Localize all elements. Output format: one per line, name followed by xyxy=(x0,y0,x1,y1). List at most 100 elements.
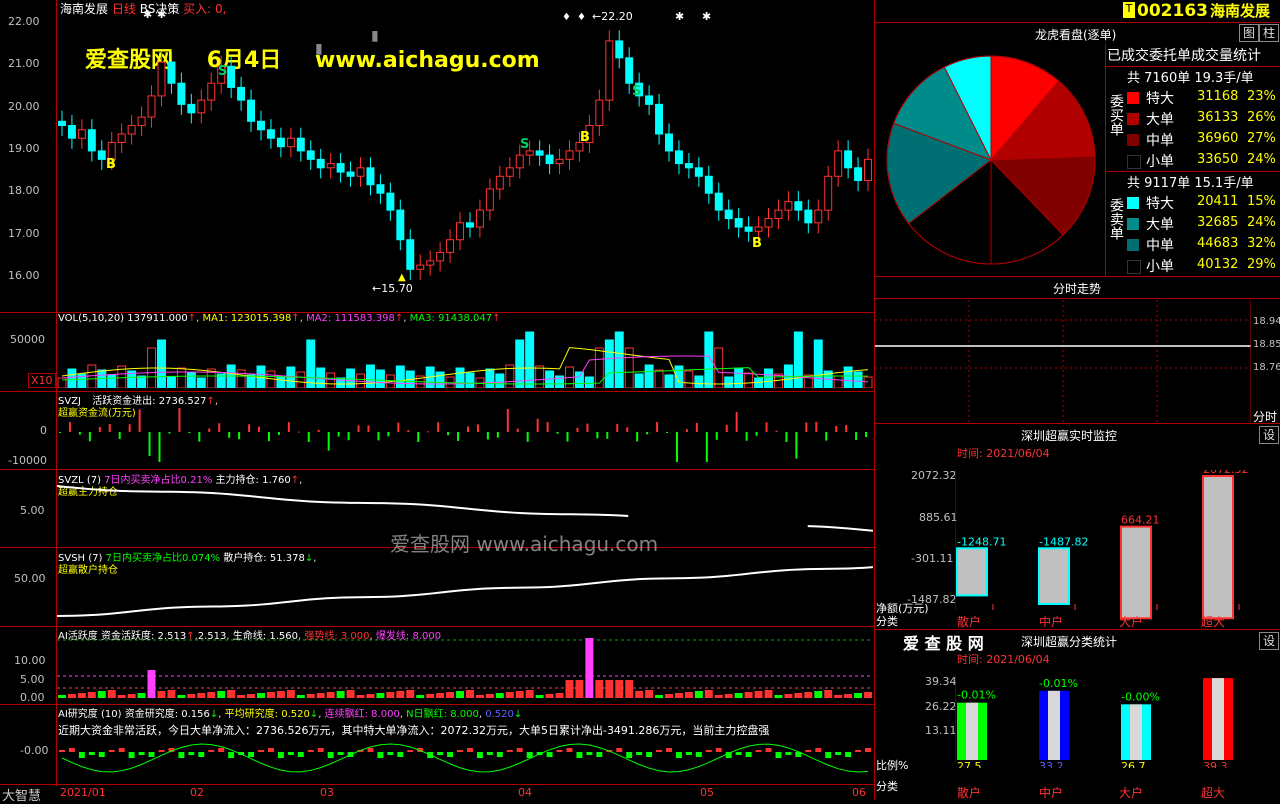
research-bar xyxy=(258,750,264,752)
research-bar xyxy=(715,748,722,752)
candle xyxy=(97,150,106,160)
research-bar xyxy=(656,750,663,752)
sell-row-name: 中单 xyxy=(1146,238,1174,254)
flow-bar xyxy=(59,432,61,433)
flow-bar xyxy=(486,432,489,440)
monitor-settings-button[interactable]: 设 xyxy=(1259,426,1279,444)
research-bar xyxy=(865,748,871,752)
flow-bar xyxy=(506,409,509,432)
research-bar xyxy=(337,752,344,755)
activity-bar xyxy=(67,694,76,698)
activity-bar xyxy=(147,670,156,698)
classify-ylabel: 比例% xyxy=(876,759,909,772)
svzl-chart xyxy=(57,485,873,532)
candle xyxy=(67,125,76,139)
activity-bar xyxy=(326,692,335,698)
chart-view-button[interactable]: 图 xyxy=(1239,24,1259,42)
candle xyxy=(734,218,743,228)
volume-bar xyxy=(107,374,117,388)
flow-bar xyxy=(795,432,798,459)
buy-row-pct: 24% xyxy=(1247,152,1276,167)
bar-view-button[interactable]: 柱 xyxy=(1259,24,1279,42)
activity-bar xyxy=(306,694,315,698)
flow-bar xyxy=(596,432,599,439)
activity-bar xyxy=(505,692,514,698)
app-logo[interactable]: 大智慧 xyxy=(2,785,41,804)
activity-bar xyxy=(336,691,345,698)
monitor-bar-chart: -1248.71 -1487.82 664.21 2072.32 xyxy=(955,470,1249,620)
research-bar xyxy=(407,750,414,752)
research-bar xyxy=(705,750,712,752)
flow-bar xyxy=(128,424,131,432)
flow-bar xyxy=(526,432,529,442)
flow-bar xyxy=(287,422,290,432)
activity-bar xyxy=(824,690,833,698)
activity-bar xyxy=(266,692,275,698)
candle xyxy=(704,175,713,194)
buy-swatch xyxy=(1127,92,1139,104)
buy-row-pct: 27% xyxy=(1247,131,1276,146)
candle xyxy=(495,175,504,190)
buy-row-name: 小单 xyxy=(1146,154,1174,170)
activity-bar xyxy=(296,695,305,698)
candle xyxy=(834,150,843,177)
volume-bar xyxy=(365,364,375,388)
buy-marker: B xyxy=(752,236,762,251)
candle xyxy=(814,209,823,224)
activity-bar xyxy=(625,680,634,698)
candle xyxy=(276,137,285,148)
candle xyxy=(565,150,574,160)
flow-bar xyxy=(118,432,121,439)
research-bar xyxy=(277,752,284,758)
svg-text:♦: ♦ xyxy=(562,12,571,23)
monitor-bar-label: 664.21 xyxy=(1121,514,1160,527)
activity-bar xyxy=(704,690,713,698)
flow-bar xyxy=(556,432,559,434)
buy-total: 共 7160单 19.3手/单 xyxy=(1127,71,1254,86)
monitor-time: 时间: 2021/06/04 xyxy=(957,447,1050,460)
candle xyxy=(416,264,425,270)
main-chart-area[interactable]: 海南发展 日线 BS决策 买入: 0, 爱查股网 6月4日 www.aichag… xyxy=(0,0,874,804)
buy-row-pct: 26% xyxy=(1247,110,1276,125)
research-bar xyxy=(68,748,75,752)
volume-bar xyxy=(664,374,674,388)
classify-pct-label: +0.02% xyxy=(1203,676,1247,677)
candle xyxy=(505,167,514,177)
sell-row-pct: 32% xyxy=(1247,236,1276,251)
volume-bar xyxy=(793,331,803,388)
activity-bar xyxy=(774,695,783,698)
candle xyxy=(117,133,126,143)
flow-bar xyxy=(98,427,101,432)
volume-bar xyxy=(574,371,584,388)
research-bar xyxy=(785,752,792,755)
research-bar xyxy=(208,750,215,752)
flow-bar xyxy=(447,432,450,436)
volume-bar xyxy=(166,376,176,388)
classify-value-label: 33.2 xyxy=(1039,760,1064,768)
flow-bar xyxy=(725,424,728,432)
activity-bar xyxy=(356,695,365,698)
activity-bar xyxy=(127,694,136,698)
activity-bar xyxy=(257,693,265,698)
activity-bar xyxy=(645,690,654,698)
flow-bar xyxy=(626,427,629,432)
activity-bar xyxy=(217,691,226,698)
classify-pct-label: -0.00% xyxy=(1121,690,1160,703)
research-bar xyxy=(805,750,812,752)
candlestick-chart[interactable]: ✱ ✱ ♦ ♦ ✱ ✱ ▮ ▮ xyxy=(57,8,873,310)
flow-bar xyxy=(208,428,211,432)
sell-row-pct: 15% xyxy=(1247,194,1276,209)
activity-bar xyxy=(734,693,743,698)
research-bar xyxy=(317,748,324,752)
classify-settings-button[interactable]: 设 xyxy=(1259,632,1279,650)
candle xyxy=(396,209,405,241)
flow-bar xyxy=(546,422,549,432)
flow-bar xyxy=(496,432,499,438)
intraday-chart[interactable] xyxy=(875,300,1251,422)
research-bar xyxy=(178,752,185,758)
research-bar xyxy=(616,748,623,752)
research-bar xyxy=(307,750,314,752)
candle xyxy=(485,188,494,211)
sell-marker: S xyxy=(520,137,530,152)
volume-bar xyxy=(236,369,246,388)
